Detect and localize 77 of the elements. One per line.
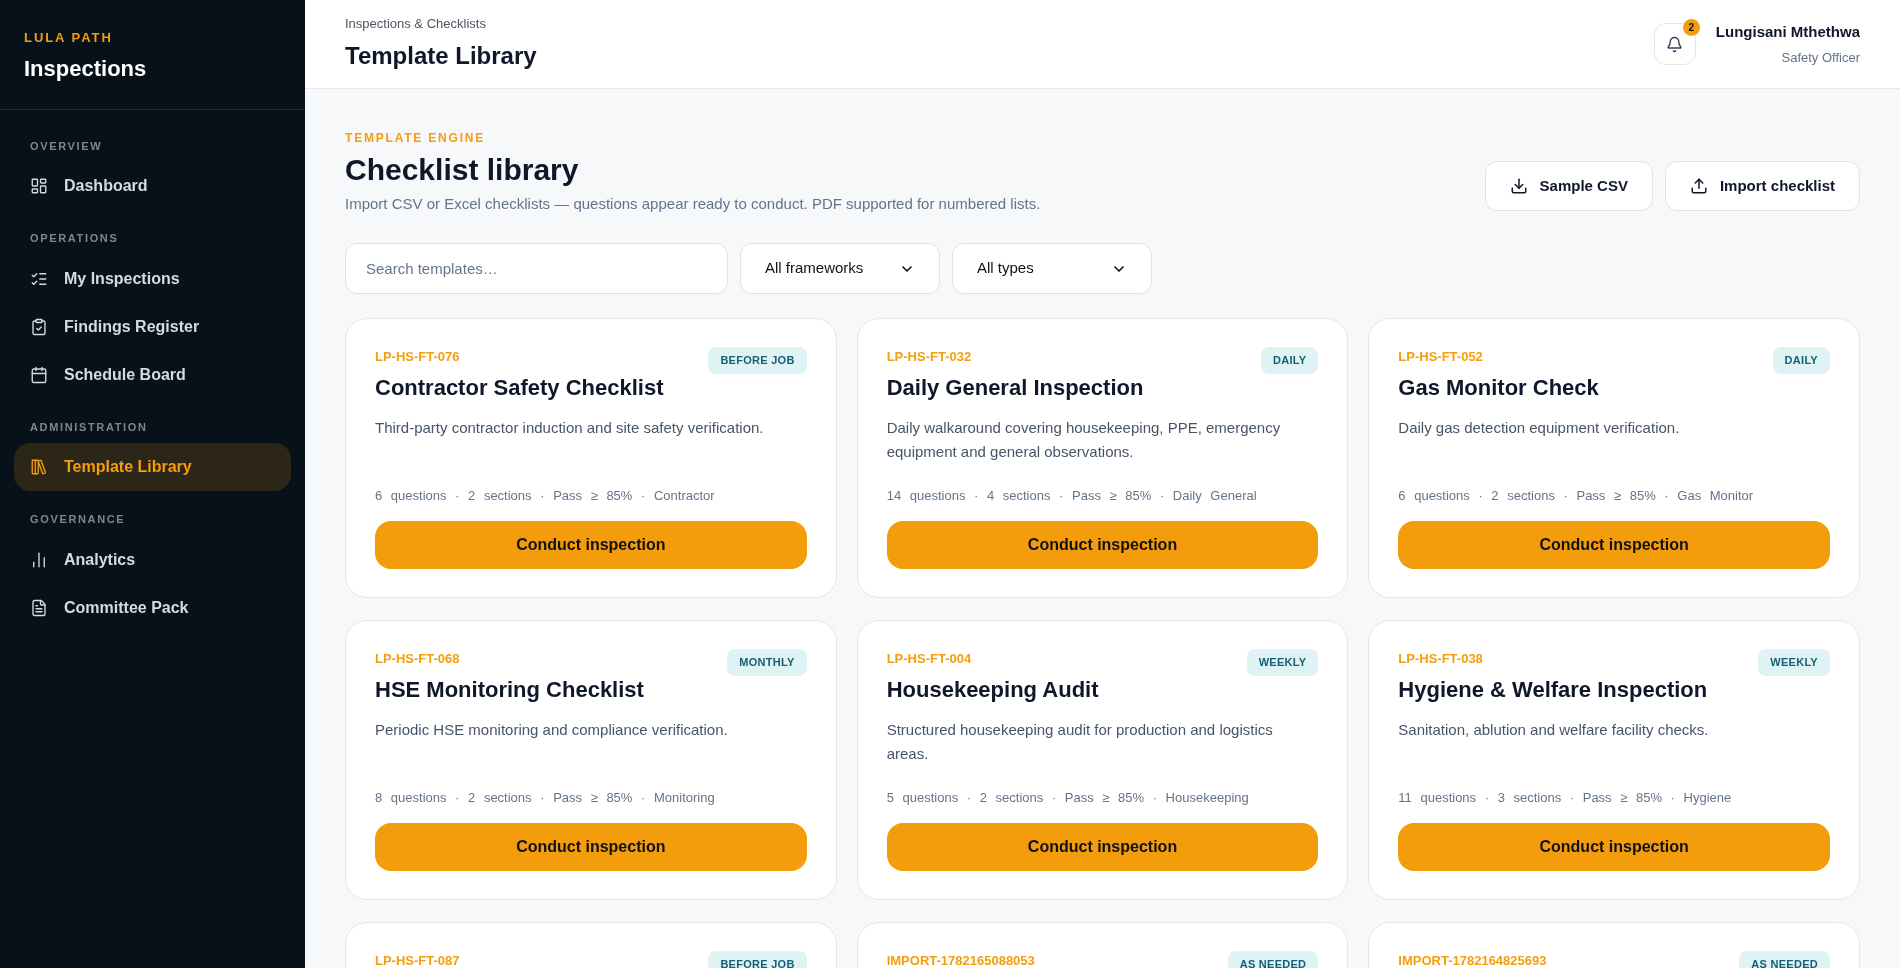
nav-item[interactable]: Analytics [14,535,291,584]
conduct-inspection-button[interactable]: Conduct inspection [375,823,807,871]
nav-item[interactable]: Committee Pack [14,583,291,632]
nav-section-label: OPERATIONS [29,231,120,246]
template-code: LP-HS-FT-052 [1398,348,1484,366]
template-code: LP-HS-FT-038 [1398,650,1484,668]
frequency-tag: BEFORE JOB [708,347,807,374]
type-dropdown[interactable]: All types [952,243,1152,294]
nav-item[interactable]: My Inspections [14,254,291,303]
template-meta: 6 questions · 2 sections · Pass ≥ 85% · Contractor [375,486,716,505]
template-title: Hygiene & Welfare Inspection [1398,675,1708,704]
calendar-icon [30,365,48,384]
nav-item[interactable]: Dashboard [14,162,291,210]
conduct-inspection-button[interactable]: Conduct inspection [1398,823,1830,871]
nav-item[interactable]: Template Library [14,443,291,491]
template-meta: 6 questions · 2 sections · Pass ≥ 85% · Gas Monitor [1398,486,1755,505]
template-code: LP-HS-FT-087 [375,952,460,968]
frequency-tag: MONTHLY [727,649,807,676]
library-icon [30,458,48,476]
notifications-button[interactable] [1653,23,1696,65]
template-meta: 11 questions · 3 sections · Pass ≥ 85% · Hygiene [1398,788,1733,807]
nav-item[interactable]: Schedule Board [14,350,291,399]
template-code: LP-HS-FT-032 [886,348,973,366]
template-meta: 8 questions · 2 sections · Pass ≥ 85% · Monitoring [375,788,716,807]
frequency-tag: AS NEEDED [1227,951,1319,968]
nav-item[interactable]: Findings Register [14,302,291,351]
dashboard-icon [30,177,48,195]
conduct-inspection-button[interactable]: Conduct inspection [886,823,1319,871]
template-description: Sanitation, ablution and welfare facility checks. [1398,719,1710,740]
nav-section-label: ADMINISTRATION [29,419,149,435]
section-subtitle: Import CSV or Excel checklists — questions appear ready to conduct. PDF supported for numbered lists. [345,193,1041,214]
frequency-tag: BEFORE JOB [708,951,807,968]
template-title: Gas Monitor Check [1398,373,1599,402]
brand-name: LULA PATH [24,29,114,47]
template-description: Periodic HSE monitoring and compliance verification. [375,719,729,740]
section-eyebrow: TEMPLATE ENGINE [345,130,487,147]
template-code: IMPORT-1782164825693 [1398,952,1547,968]
template-title: HSE Monitoring Checklist [375,675,644,704]
user-role: Safety Officer [1780,48,1860,67]
breadcrumb: Inspections & Checklists [345,15,487,34]
upload-icon [1689,177,1708,195]
template-code: LP-HS-FT-004 [886,650,973,668]
template-code: LP-HS-FT-076 [375,348,461,366]
app-title: Inspections [24,54,148,83]
frequency-tag: WEEKLY [1758,649,1830,676]
template-description: Structured housekeeping audit for production and logistics areas. [886,719,1274,764]
bell-icon [1666,35,1684,53]
template-description: Daily walkaround covering housekeeping, PPE, emergency equipment and general observations. [886,417,1282,462]
download-icon [1509,177,1528,195]
header-action-button[interactable]: Import checklist [1664,161,1860,211]
bar-chart-icon [30,550,48,569]
nav-section-label: OVERVIEW [29,138,104,154]
template-description: Daily gas detection equipment verification. [1398,417,1681,438]
frequency-tag: DAILY [1260,347,1319,374]
conduct-inspection-button[interactable]: Conduct inspection [1398,521,1830,569]
clipboard-check-icon [30,317,48,336]
section-title: Checklist library [345,152,580,188]
header-action-button[interactable]: Sample CSV [1484,161,1653,211]
template-meta: 14 questions · 4 sections · Pass ≥ 85% · Daily General [886,486,1258,505]
template-title: Contractor Safety Checklist [375,373,664,402]
framework-dropdown[interactable]: All frameworks [740,243,940,294]
template-title: Daily General Inspection [886,373,1144,402]
document-icon [30,598,48,617]
template-meta: 5 questions · 2 sections · Pass ≥ 85% · Housekeeping [886,788,1250,807]
template-code: IMPORT-1782165088053 [886,952,1035,968]
frequency-tag: AS NEEDED [1739,951,1830,968]
conduct-inspection-button[interactable]: Conduct inspection [886,521,1319,569]
search-field[interactable]: Search templates… [345,243,728,294]
conduct-inspection-button[interactable]: Conduct inspection [375,521,807,569]
template-title: Housekeeping Audit [886,675,1099,704]
page-title: Template Library [345,40,537,71]
nav-section-label: GOVERNANCE [29,512,127,527]
frequency-tag: DAILY [1772,347,1830,374]
template-code: LP-HS-FT-068 [375,650,461,668]
user-name: Lungisani Mthethwa [1715,22,1860,42]
frequency-tag: WEEKLY [1246,649,1319,676]
template-description: Third-party contractor induction and site safety verification. [375,417,765,438]
